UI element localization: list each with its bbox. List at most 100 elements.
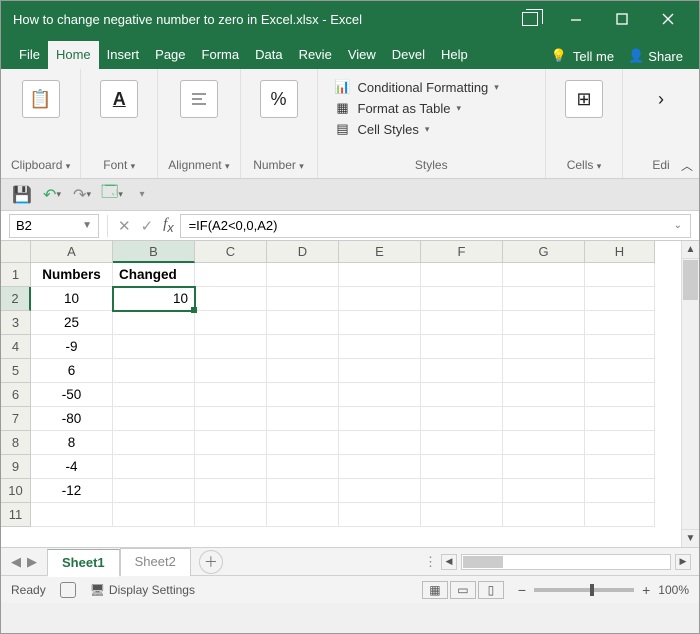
cell-E8[interactable] bbox=[339, 431, 421, 455]
column-header-C[interactable]: C bbox=[195, 241, 267, 263]
cell-C5[interactable] bbox=[195, 359, 267, 383]
column-header-B[interactable]: B bbox=[113, 241, 195, 263]
cell-F11[interactable] bbox=[421, 503, 503, 527]
tab-page[interactable]: Page bbox=[147, 41, 193, 69]
row-header-5[interactable]: 5 bbox=[1, 359, 31, 383]
cell-C6[interactable] bbox=[195, 383, 267, 407]
cell-H7[interactable] bbox=[585, 407, 655, 431]
cell-D11[interactable] bbox=[267, 503, 339, 527]
chevron-down-icon[interactable]: ▾ bbox=[66, 161, 71, 171]
cell-B11[interactable] bbox=[113, 503, 195, 527]
scroll-right-button[interactable]: ▶ bbox=[675, 554, 691, 570]
cell-F5[interactable] bbox=[421, 359, 503, 383]
cell-H8[interactable] bbox=[585, 431, 655, 455]
cell-F10[interactable] bbox=[421, 479, 503, 503]
cell-E9[interactable] bbox=[339, 455, 421, 479]
qat-custom-button[interactable]: 🗔▾ bbox=[101, 184, 123, 206]
row-header-1[interactable]: 1 bbox=[1, 263, 31, 287]
cell-A4[interactable]: -9 bbox=[31, 335, 113, 359]
cell-B3[interactable] bbox=[113, 311, 195, 335]
cell-styles-button[interactable]: ▤ Cell Styles ▾ bbox=[334, 121, 530, 137]
chevron-down-icon[interactable]: ▾ bbox=[597, 161, 602, 171]
cancel-formula-button[interactable]: ✕ bbox=[118, 217, 131, 235]
zoom-level[interactable]: 100% bbox=[658, 583, 689, 597]
share-button[interactable]: 👤 Share bbox=[628, 48, 683, 64]
cell-B4[interactable] bbox=[113, 335, 195, 359]
cell-E1[interactable] bbox=[339, 263, 421, 287]
font-button[interactable]: A bbox=[91, 75, 147, 123]
cell-F7[interactable] bbox=[421, 407, 503, 431]
cell-E7[interactable] bbox=[339, 407, 421, 431]
cell-A6[interactable]: -50 bbox=[31, 383, 113, 407]
chevron-down-icon[interactable]: ▾ bbox=[225, 161, 230, 171]
cell-E5[interactable] bbox=[339, 359, 421, 383]
cell-A9[interactable]: -4 bbox=[31, 455, 113, 479]
cell-D8[interactable] bbox=[267, 431, 339, 455]
minimize-button[interactable] bbox=[553, 1, 599, 37]
vertical-scrollbar[interactable]: ▲ ▼ bbox=[681, 241, 699, 547]
tab-revie[interactable]: Revie bbox=[291, 41, 340, 69]
tab-file[interactable]: File bbox=[11, 41, 48, 69]
new-sheet-button[interactable]: ＋ bbox=[199, 550, 223, 574]
cell-C8[interactable] bbox=[195, 431, 267, 455]
cell-D9[interactable] bbox=[267, 455, 339, 479]
cell-A10[interactable]: -12 bbox=[31, 479, 113, 503]
number-button[interactable]: % bbox=[251, 75, 307, 123]
chevron-down-icon[interactable]: ▾ bbox=[299, 161, 304, 171]
cell-H5[interactable] bbox=[585, 359, 655, 383]
scrollbar-thumb[interactable] bbox=[683, 260, 698, 300]
cell-C4[interactable] bbox=[195, 335, 267, 359]
zoom-in-button[interactable]: + bbox=[642, 582, 650, 598]
cell-A7[interactable]: -80 bbox=[31, 407, 113, 431]
cell-C2[interactable] bbox=[195, 287, 267, 311]
cell-D2[interactable] bbox=[267, 287, 339, 311]
cell-G1[interactable] bbox=[503, 263, 585, 287]
sheet-tab-sheet2[interactable]: Sheet2 bbox=[120, 548, 191, 576]
row-header-10[interactable]: 10 bbox=[1, 479, 31, 503]
tab-insert[interactable]: Insert bbox=[99, 41, 148, 69]
normal-view-button[interactable]: ▦ bbox=[422, 581, 448, 599]
cell-H2[interactable] bbox=[585, 287, 655, 311]
column-header-F[interactable]: F bbox=[421, 241, 503, 263]
row-header-3[interactable]: 3 bbox=[1, 311, 31, 335]
cell-F9[interactable] bbox=[421, 455, 503, 479]
tab-view[interactable]: View bbox=[340, 41, 384, 69]
scroll-down-button[interactable]: ▼ bbox=[682, 529, 699, 547]
cell-B8[interactable] bbox=[113, 431, 195, 455]
maximize-button[interactable] bbox=[599, 1, 645, 37]
row-header-11[interactable]: 11 bbox=[1, 503, 31, 527]
expand-formula-bar-button[interactable]: ⌄ bbox=[674, 220, 682, 231]
cell-H6[interactable] bbox=[585, 383, 655, 407]
cells-area[interactable]: NumbersChanged101025-96-50-808-4-12 bbox=[31, 263, 655, 527]
cell-F3[interactable] bbox=[421, 311, 503, 335]
cell-C10[interactable] bbox=[195, 479, 267, 503]
close-button[interactable] bbox=[645, 1, 691, 37]
cell-D4[interactable] bbox=[267, 335, 339, 359]
sheet-nav-prev-button[interactable]: ◀ bbox=[11, 554, 21, 570]
cell-D5[interactable] bbox=[267, 359, 339, 383]
cell-D1[interactable] bbox=[267, 263, 339, 287]
collapse-ribbon-button[interactable]: ︿ bbox=[681, 157, 693, 174]
cell-G10[interactable] bbox=[503, 479, 585, 503]
clipboard-button[interactable]: 📋 bbox=[13, 75, 69, 123]
cell-H10[interactable] bbox=[585, 479, 655, 503]
tab-home[interactable]: Home bbox=[48, 41, 99, 69]
tab-help[interactable]: Help bbox=[433, 41, 476, 69]
cell-F6[interactable] bbox=[421, 383, 503, 407]
tell-me[interactable]: 💡 Tell me bbox=[551, 48, 614, 64]
cell-G3[interactable] bbox=[503, 311, 585, 335]
editing-button[interactable]: › bbox=[633, 75, 689, 123]
row-header-7[interactable]: 7 bbox=[1, 407, 31, 431]
cell-F4[interactable] bbox=[421, 335, 503, 359]
cell-E6[interactable] bbox=[339, 383, 421, 407]
chevron-down-icon[interactable]: ▼ bbox=[82, 220, 92, 231]
tab-devel[interactable]: Devel bbox=[384, 41, 433, 69]
cell-D7[interactable] bbox=[267, 407, 339, 431]
customize-qat-button[interactable]: ▾ bbox=[131, 184, 153, 206]
chevron-down-icon[interactable]: ▾ bbox=[131, 161, 136, 171]
cell-B9[interactable] bbox=[113, 455, 195, 479]
sheet-nav-next-button[interactable]: ▶ bbox=[27, 554, 37, 570]
cell-E10[interactable] bbox=[339, 479, 421, 503]
cell-B6[interactable] bbox=[113, 383, 195, 407]
format-as-table-button[interactable]: ▦ Format as Table ▾ bbox=[334, 100, 530, 116]
